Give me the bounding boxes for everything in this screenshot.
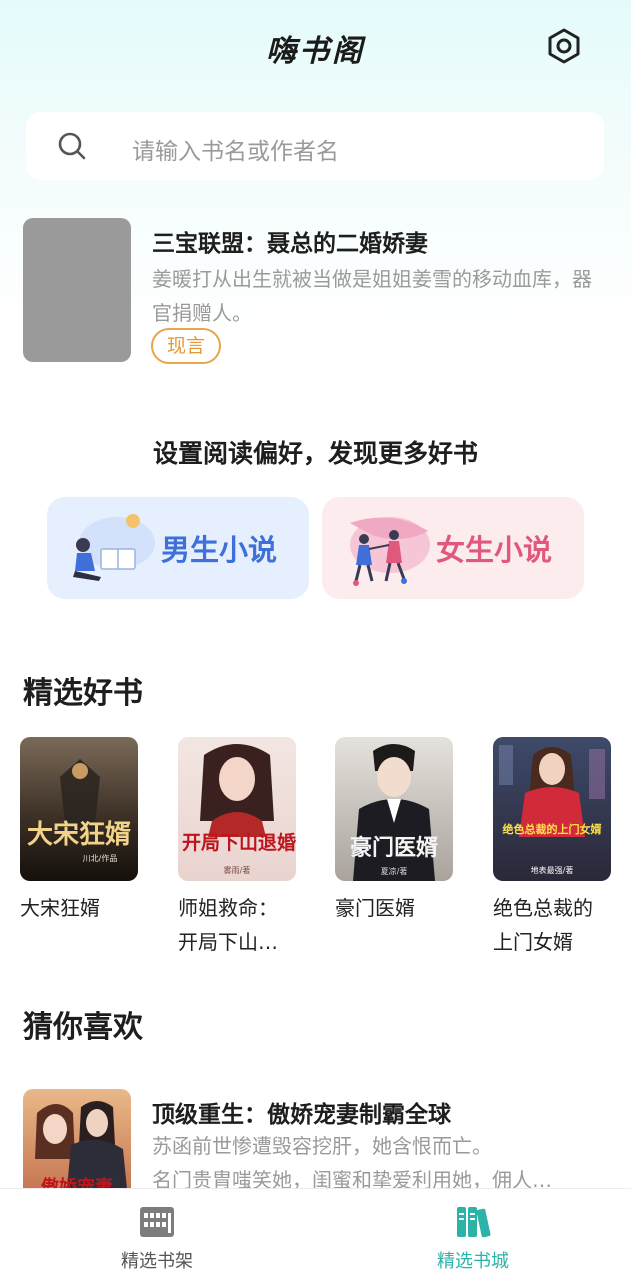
book-cover-title: 绝色总裁的上门女婿 bbox=[503, 822, 603, 836]
gear-icon bbox=[548, 28, 580, 64]
tab-bookstore[interactable]: 精选书城 bbox=[393, 1189, 553, 1280]
reading-boy-illustration bbox=[73, 514, 155, 581]
book-cover-author: 夏凉/著 bbox=[381, 866, 408, 876]
search-placeholder: 请输入书名或作者名 bbox=[132, 139, 339, 165]
bookstore-icon bbox=[457, 1207, 491, 1238]
picks-section-title: 精选好书 bbox=[23, 676, 143, 711]
book-cover-title: 豪门医婿 bbox=[350, 835, 438, 861]
book-cover: 绝色总裁的上门女婿 地表最强/著 bbox=[493, 737, 611, 881]
tab-bookshelf-label: 精选书架 bbox=[121, 1251, 193, 1272]
book-title: 绝色总裁的上门女婿 bbox=[493, 896, 593, 954]
recommended-book[interactable]: 傲娇宠妻 顶级重生：傲娇宠妻制霸全球 苏函前世惨遭毁容挖肝，她含恨而亡。 名门贵… bbox=[23, 1089, 613, 1189]
featured-book-description: 姜暖打从出生就被当做是姐姐姜雪的移动血库，器官捐赠人。 bbox=[152, 267, 592, 325]
app-header: 嗨书阁 bbox=[0, 20, 631, 76]
recommended-book-cover: 傲娇宠妻 bbox=[23, 1089, 131, 1189]
book-card[interactable]: 豪门医婿 夏凉/著 豪门医婿 bbox=[335, 737, 455, 925]
book-cover-title: 开局下山退婚 bbox=[182, 831, 296, 854]
book-cover-author: 雾雨/著 bbox=[224, 865, 251, 875]
recommended-book-description-line2: 名门贵胄嗤笑她，闺蜜和挚爱利用她，佣人… bbox=[152, 1168, 552, 1189]
guess-section-title: 猜你喜欢 bbox=[23, 1010, 143, 1045]
book-title: 豪门医婿 bbox=[335, 896, 415, 920]
preference-title: 设置阅读偏好，发现更多好书 bbox=[152, 439, 478, 468]
settings-button[interactable] bbox=[544, 26, 584, 66]
male-novels-label: 男生小说 bbox=[161, 533, 278, 567]
book-title: 师姐救命：开局下山… bbox=[178, 896, 278, 954]
featured-book-cover bbox=[23, 218, 131, 362]
search-input[interactable]: 请输入书名或作者名 bbox=[26, 112, 604, 180]
bottom-tab-bar: 精选书架 精选书城 bbox=[0, 1188, 631, 1280]
app-title: 嗨书阁 bbox=[266, 34, 365, 69]
genre-tag: 现言 bbox=[151, 328, 222, 364]
book-card[interactable]: 绝色总裁的上门女婿 地表最强/著 绝色总裁的上门女婿 bbox=[493, 737, 613, 959]
recommended-book-title: 顶级重生：傲娇宠妻制霸全球 bbox=[152, 1102, 451, 1128]
book-cover: 开局下山退婚 雾雨/著 bbox=[178, 737, 296, 881]
book-cover-title: 大宋狂婿 bbox=[27, 820, 131, 850]
featured-book-title: 三宝联盟：聂总的二婚娇妻 bbox=[152, 231, 428, 257]
female-novels-label: 女生小说 bbox=[436, 533, 553, 567]
male-novels-button[interactable]: 男生小说 bbox=[47, 497, 309, 599]
recommended-book-description-line1: 苏函前世惨遭毁容挖肝，她含恨而亡。 bbox=[152, 1134, 492, 1158]
dancing-couple-illustration bbox=[350, 517, 430, 586]
book-card[interactable]: 开局下山退婚 雾雨/著 师姐救命：开局下山… bbox=[178, 737, 298, 959]
recommended-book-description: 苏函前世惨遭毁容挖肝，她含恨而亡。 名门贵胄嗤笑她，闺蜜和挚爱利用她，佣人… bbox=[152, 1129, 602, 1189]
bookshelf-icon bbox=[140, 1207, 174, 1237]
book-title: 大宋狂婿 bbox=[20, 896, 100, 920]
book-cover-author: 川北/作品 bbox=[83, 853, 118, 863]
tab-bookshelf[interactable]: 精选书架 bbox=[77, 1189, 237, 1280]
book-cover: 豪门医婿 夏凉/著 bbox=[335, 737, 453, 881]
book-cover-author: 地表最强/著 bbox=[531, 865, 574, 875]
female-novels-button[interactable]: 女生小说 bbox=[322, 497, 584, 599]
book-cover: 大宋狂婿 川北/作品 bbox=[20, 737, 138, 881]
search-icon bbox=[58, 132, 86, 160]
book-card[interactable]: 大宋狂婿 川北/作品 大宋狂婿 bbox=[20, 737, 140, 925]
tab-bookstore-label: 精选书城 bbox=[437, 1251, 509, 1272]
featured-book[interactable]: 三宝联盟：聂总的二婚娇妻 姜暖打从出生就被当做是姐姐姜雪的移动血库，器官捐赠人。… bbox=[23, 218, 613, 368]
